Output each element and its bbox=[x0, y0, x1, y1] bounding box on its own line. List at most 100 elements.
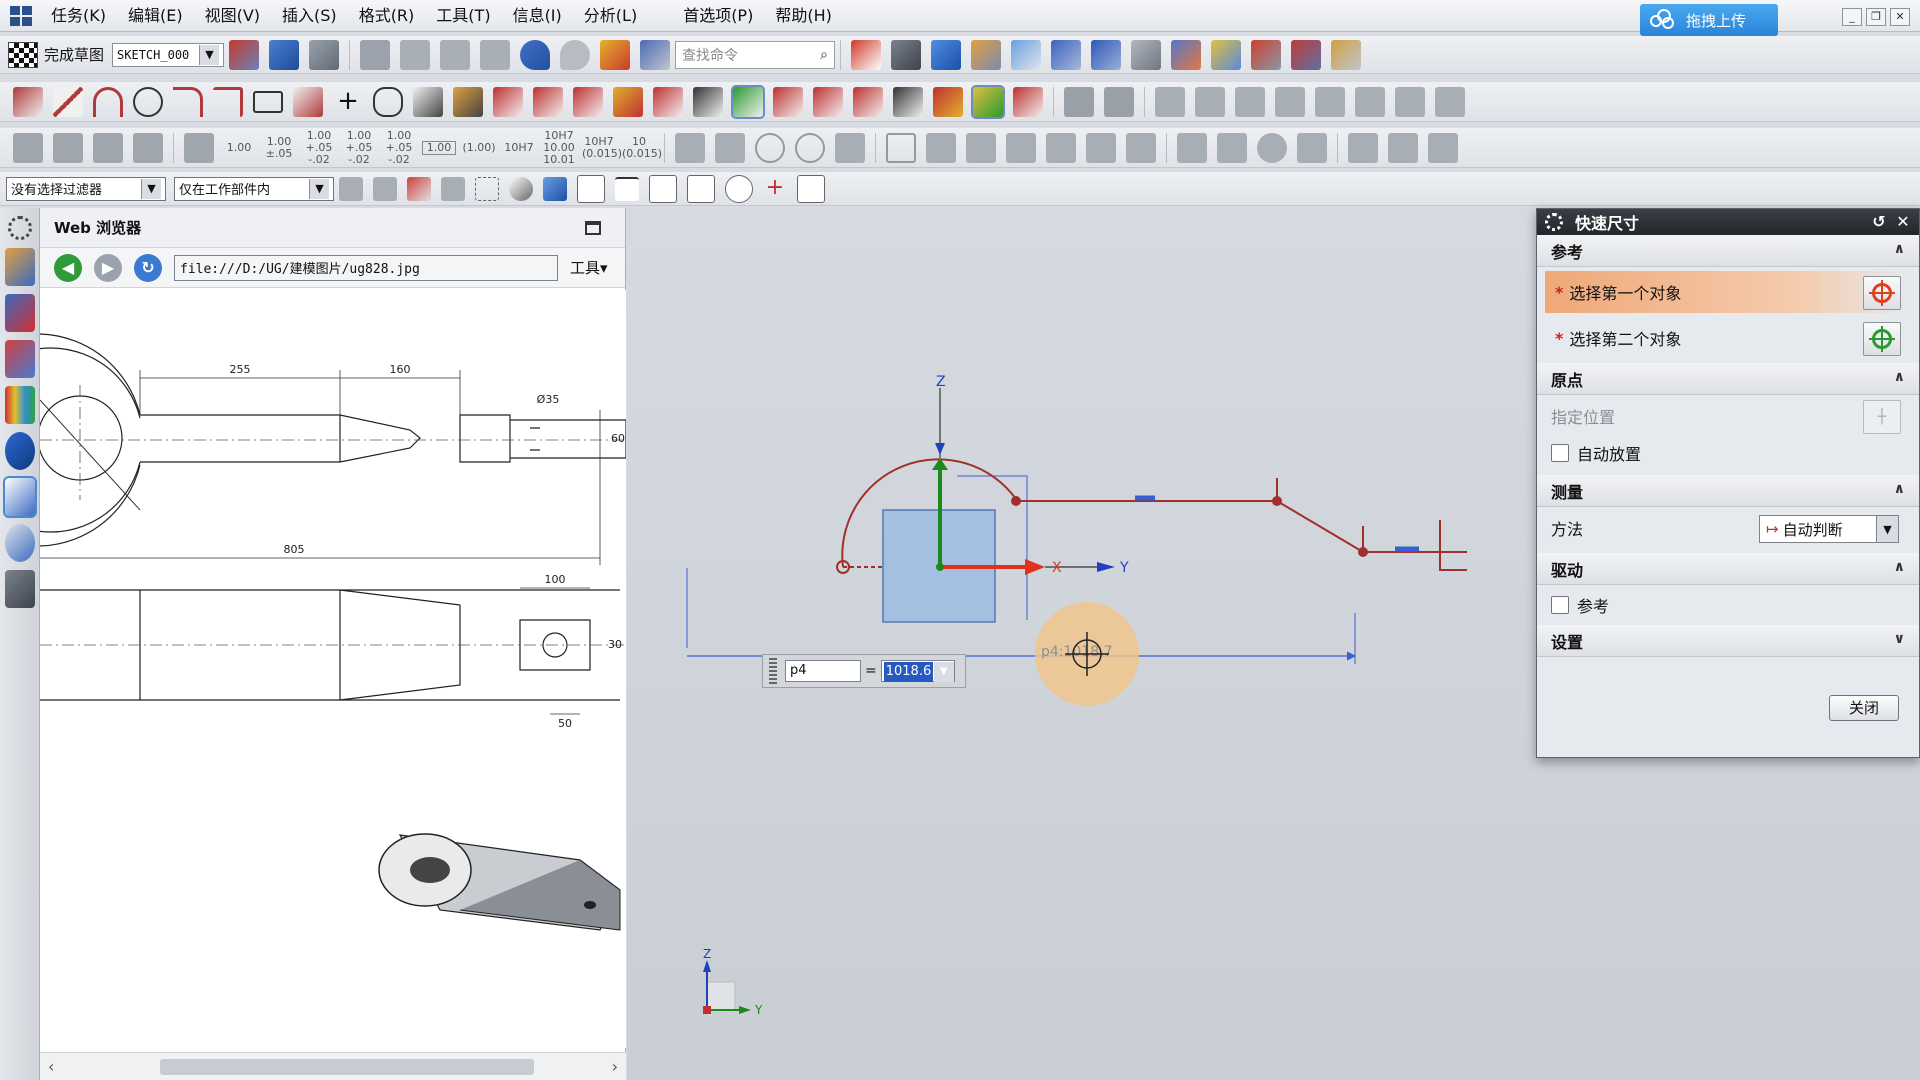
model-icon[interactable] bbox=[1131, 39, 1162, 70]
profile-icon[interactable] bbox=[13, 86, 43, 117]
close-button[interactable]: 关闭 bbox=[1829, 695, 1899, 721]
intersect-icon[interactable] bbox=[1395, 86, 1425, 117]
quick-extend-icon[interactable] bbox=[533, 86, 563, 117]
layer-icon[interactable] bbox=[971, 39, 1002, 70]
type-filter-select[interactable]: 没有选择过滤器 ▼ bbox=[6, 176, 166, 201]
ordinate-icon[interactable] bbox=[715, 132, 745, 163]
menu-task[interactable]: 任务(K) bbox=[40, 0, 117, 32]
cylinder-icon[interactable] bbox=[1195, 86, 1225, 117]
menu-tools[interactable]: 工具(T) bbox=[425, 0, 501, 32]
tolerance-type-reference[interactable]: (1.00) bbox=[462, 141, 496, 154]
menu-help[interactable]: 帮助(H) bbox=[764, 0, 843, 32]
info-icon[interactable] bbox=[640, 39, 671, 70]
arc-center-icon[interactable] bbox=[725, 174, 753, 203]
crosshatch-icon[interactable] bbox=[1126, 132, 1156, 163]
existing-point-icon[interactable]: + bbox=[763, 176, 787, 201]
line-icon[interactable] bbox=[53, 86, 83, 117]
close-icon[interactable]: ✕ bbox=[1893, 212, 1913, 232]
rectangle-icon[interactable] bbox=[253, 90, 283, 113]
select-all-icon[interactable] bbox=[407, 176, 431, 201]
auto-place-checkbox[interactable] bbox=[1551, 444, 1569, 462]
sphere-icon[interactable] bbox=[1388, 132, 1418, 163]
chevron-down-icon[interactable]: ▼ bbox=[933, 662, 954, 682]
menu-preferences[interactable]: 首选项(P) bbox=[672, 0, 764, 32]
constraint-icon[interactable] bbox=[731, 84, 765, 119]
minimize-icon[interactable]: _ bbox=[1842, 8, 1862, 26]
forward-icon[interactable]: ▶ bbox=[94, 253, 122, 282]
select-first-object-row[interactable]: * 选择第一个对象 bbox=[1545, 271, 1911, 313]
fit-view-icon[interactable] bbox=[851, 39, 882, 70]
drop-icon[interactable] bbox=[1257, 132, 1287, 163]
select-second-object-row[interactable]: * 选择第二个对象 bbox=[1545, 317, 1911, 359]
endpoint-icon[interactable] bbox=[615, 176, 639, 201]
paste-icon[interactable] bbox=[480, 39, 511, 70]
revolve-icon[interactable] bbox=[1104, 86, 1134, 117]
command-search-input[interactable]: 查找命令 ⌕ bbox=[675, 40, 836, 69]
datum-icon[interactable] bbox=[1051, 39, 1082, 70]
drag-handle[interactable] bbox=[769, 658, 777, 684]
redo-icon[interactable] bbox=[560, 39, 591, 70]
tolerance-type-fit-limits[interactable]: 10H7 10.00 10.01 bbox=[542, 129, 576, 166]
boss-icon[interactable] bbox=[1275, 86, 1305, 117]
constraint-navigator-icon[interactable] bbox=[5, 294, 35, 332]
reattach-icon[interactable] bbox=[309, 39, 340, 70]
rect-select-icon[interactable] bbox=[475, 176, 499, 201]
resource-settings-icon[interactable] bbox=[8, 216, 32, 240]
csys-icon[interactable] bbox=[1091, 39, 1122, 70]
measure-icon[interactable] bbox=[1331, 39, 1362, 70]
midpoint-icon[interactable] bbox=[649, 174, 677, 203]
table-icon[interactable] bbox=[93, 132, 123, 163]
select-second-button[interactable] bbox=[1863, 322, 1901, 356]
trim-icon[interactable] bbox=[413, 86, 443, 117]
maximize-icon[interactable] bbox=[585, 221, 601, 235]
reference-check-row[interactable]: 参考 bbox=[1537, 585, 1919, 625]
gear-icon[interactable] bbox=[1545, 213, 1563, 231]
section-origin[interactable]: 原点 ∧ bbox=[1537, 363, 1919, 395]
extrude-icon[interactable] bbox=[1064, 86, 1094, 117]
extend-icon[interactable] bbox=[453, 86, 483, 117]
chamfer-icon[interactable] bbox=[213, 86, 243, 117]
weld-symbol-icon[interactable] bbox=[1006, 132, 1036, 163]
subtract-icon[interactable] bbox=[1355, 86, 1385, 117]
point-icon[interactable]: + bbox=[333, 87, 363, 117]
feature-control-icon[interactable] bbox=[926, 132, 956, 163]
step-icon[interactable] bbox=[1428, 132, 1458, 163]
undo-icon[interactable] bbox=[520, 39, 551, 70]
make-corner-icon[interactable] bbox=[573, 86, 603, 117]
sketch-cube-icon[interactable] bbox=[269, 39, 300, 70]
intersection-icon[interactable] bbox=[797, 174, 825, 203]
save-icon[interactable] bbox=[360, 39, 391, 70]
snap-icon[interactable] bbox=[1251, 39, 1282, 70]
reference-checkbox[interactable] bbox=[1551, 596, 1569, 614]
centerline-icon[interactable] bbox=[1086, 132, 1116, 163]
check-icon[interactable] bbox=[13, 132, 43, 163]
show-constraints-icon[interactable] bbox=[813, 86, 843, 117]
auto-place-row[interactable]: 自动放置 bbox=[1537, 437, 1919, 469]
hd3d-tools-icon[interactable] bbox=[5, 432, 35, 470]
finish-sketch-button[interactable]: 完成草图 bbox=[8, 41, 104, 68]
reuse-library-icon[interactable] bbox=[5, 386, 35, 424]
history-icon[interactable] bbox=[5, 524, 35, 562]
circle-icon[interactable] bbox=[133, 86, 163, 117]
sketch-name-select[interactable]: SKETCH_000 ▼ bbox=[112, 42, 225, 67]
tolerance-type-upper[interactable]: 1.00 +.05 -.02 bbox=[342, 129, 376, 166]
assembly-icon[interactable] bbox=[1171, 39, 1202, 70]
datum-feature-icon[interactable] bbox=[886, 132, 916, 163]
arc-icon[interactable] bbox=[93, 86, 123, 117]
wcs-icon[interactable] bbox=[1011, 39, 1042, 70]
snap-point-icon[interactable] bbox=[577, 174, 605, 203]
scroll-right-icon[interactable]: › bbox=[612, 1057, 618, 1076]
browser-tools-menu[interactable]: 工具▾ bbox=[570, 257, 608, 278]
render-style-icon[interactable] bbox=[891, 39, 922, 70]
specify-location-button[interactable]: ┼ bbox=[1863, 400, 1901, 434]
quick-dimension-icon[interactable] bbox=[613, 86, 643, 117]
pen-tool-icon[interactable] bbox=[1217, 132, 1247, 163]
cylinder-tool-icon[interactable] bbox=[1177, 132, 1207, 163]
linear-dimension-icon[interactable] bbox=[653, 86, 683, 117]
weld-icon[interactable] bbox=[1297, 132, 1327, 163]
quick-trim-icon[interactable] bbox=[493, 86, 523, 117]
tolerance-type-fit[interactable]: 10H7 bbox=[502, 141, 536, 154]
surface-finish-icon[interactable] bbox=[966, 132, 996, 163]
reset-filter-icon[interactable] bbox=[373, 176, 397, 201]
pattern-icon[interactable] bbox=[933, 86, 963, 117]
